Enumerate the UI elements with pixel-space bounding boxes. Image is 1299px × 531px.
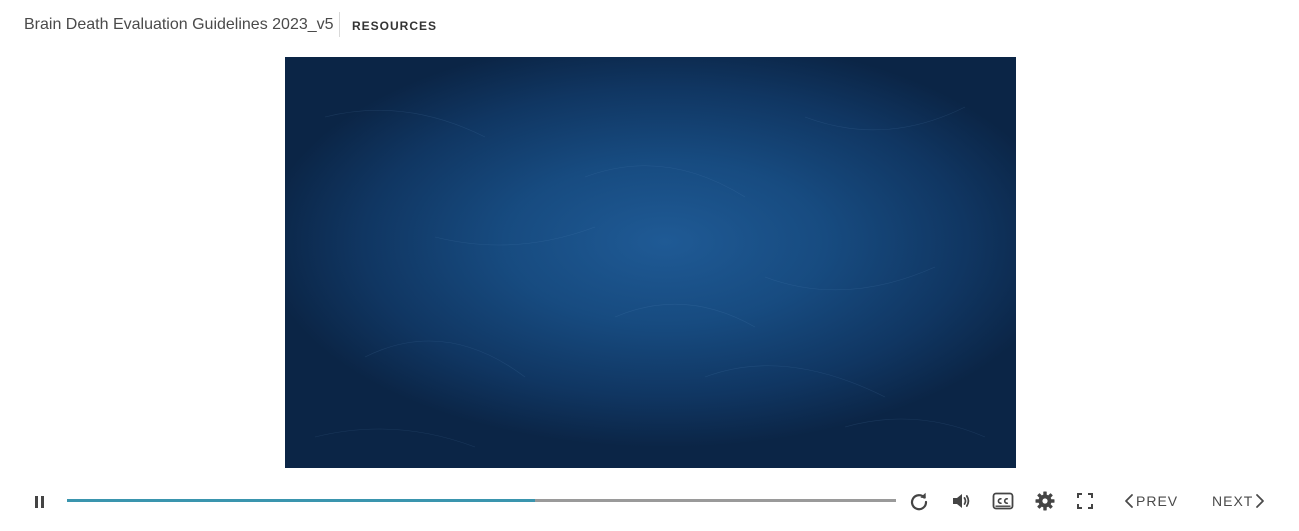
replay-icon [910,492,928,511]
pause-icon [35,496,44,508]
resources-link[interactable]: RESOURCES [352,17,437,35]
gear-icon [1035,491,1055,511]
header-bar: Brain Death Evaluation Guidelines 2023_v… [0,0,1299,50]
prev-label: PREV [1136,493,1179,509]
chalkboard-texture [314,106,986,448]
fullscreen-button[interactable] [1073,489,1097,513]
volume-icon [953,494,970,508]
replay-button[interactable] [907,489,931,513]
closed-captions-icon [992,492,1014,510]
volume-button[interactable] [949,489,973,513]
fullscreen-icon [1077,493,1093,509]
chevron-left-icon [1125,494,1133,508]
header-divider [339,12,340,37]
player-controls: PREV NEXT [0,480,1299,522]
player-page: Brain Death Evaluation Guidelines 2023_v… [0,0,1299,531]
prev-button[interactable]: PREV [1122,490,1178,512]
next-label: NEXT [1212,493,1254,509]
progress-bar[interactable] [67,499,896,502]
next-button[interactable]: NEXT [1212,490,1267,512]
settings-button[interactable] [1033,489,1057,513]
course-title: Brain Death Evaluation Guidelines 2023_v… [24,16,334,33]
progress-fill [67,499,536,502]
chevron-right-icon [1256,494,1265,508]
pause-button[interactable] [28,490,52,514]
slide-canvas[interactable] [285,57,1016,468]
closed-captions-button[interactable] [991,489,1015,513]
